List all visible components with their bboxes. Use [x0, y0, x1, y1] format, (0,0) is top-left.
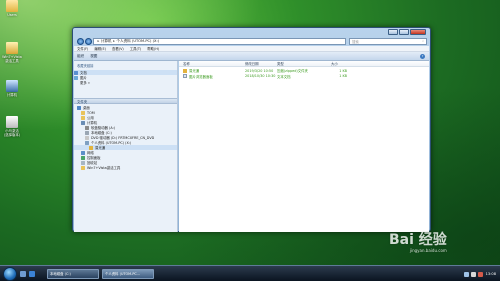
watermark-brand: Bai 经验 [389, 232, 447, 248]
menu-view[interactable]: 查看(V) [112, 46, 124, 51]
desktop-icon-label: 小马激活 (选择版本) [3, 129, 21, 137]
folder-icon [81, 165, 85, 170]
search-input[interactable]: 搜索 ⌕ [349, 37, 427, 45]
zip-folder-icon [89, 145, 93, 150]
text-file-icon [183, 74, 187, 79]
more-icon [74, 81, 78, 85]
fav-item-more[interactable]: 更多 » [74, 80, 177, 85]
desktop-icon-users[interactable]: Users [0, 0, 24, 17]
file-name-cell: 易光通 [179, 68, 245, 73]
desktop-icon-label: Users [7, 13, 17, 17]
pictures-icon [74, 75, 78, 80]
command-bar: 组织 视图 ? [74, 52, 429, 61]
file-date: 2018/10/30 10:30 [245, 74, 276, 79]
menu-help[interactable]: 帮助(H) [147, 46, 159, 51]
close-button[interactable] [410, 29, 426, 35]
security-icon[interactable] [477, 271, 483, 277]
views-button[interactable]: 视图 [90, 54, 97, 59]
start-button[interactable] [3, 266, 17, 281]
computer-icon [81, 120, 85, 125]
address-row: ▸ 计算机 ▸ 个人资料 (UTOM-PC) (X:) 搜索 ⌕ [77, 37, 427, 45]
search-placeholder: 搜索 [352, 39, 359, 44]
folders-header-label: 文件夹 [77, 99, 88, 104]
file-name: 易光通 [189, 69, 200, 74]
system-tray: 13:08 [462, 268, 500, 280]
desktop-icon [77, 105, 81, 110]
breadcrumb-current[interactable]: 个人资料 (UTOM-PC) (X:) [116, 39, 159, 44]
clock[interactable]: 13:08 [486, 272, 496, 276]
folder-icon [81, 115, 85, 120]
tree-item-label: Win7+Vista激活工具 [87, 166, 121, 170]
help-icon[interactable]: ? [420, 53, 425, 59]
taskbar-button-drive-c[interactable]: 本地磁盘 (C:) [47, 268, 99, 279]
network-icon[interactable] [463, 271, 469, 277]
network-icon [81, 150, 85, 155]
file-type: 文本文档 [277, 74, 291, 79]
fav-item-label: 更多 » [80, 81, 90, 85]
file-list: 名称 修改日期 类型 大小 易光通 2019/3/20 10:50 压缩(zip… [179, 61, 429, 232]
window-controls [387, 29, 426, 35]
minimize-button[interactable] [388, 29, 398, 35]
file-name: 图片浏览器面板 [189, 74, 213, 79]
file-name-cell: 图片浏览器面板 [179, 74, 245, 79]
computer-icon [6, 80, 18, 92]
tree-item-label: 桌面 [83, 106, 90, 110]
app-icon [6, 116, 18, 128]
column-header-name[interactable]: 名称 [179, 61, 245, 66]
ie-icon[interactable] [29, 270, 35, 277]
folder-icon [6, 42, 18, 54]
address-bar[interactable]: ▸ 计算机 ▸ 个人资料 (UTOM-PC) (X:) [93, 37, 346, 45]
recycle-bin-icon [81, 160, 85, 165]
folder-tree: 桌面 TOM 公用 计算机 软盘驱动器 (A:) 本地磁盘 (C:) DVD 驱… [74, 104, 177, 170]
tree-item-label: 易光通 [95, 146, 106, 150]
tree-item-activation-tool[interactable]: Win7+Vista激活工具 [74, 165, 177, 170]
show-desktop-icon[interactable] [20, 270, 26, 277]
maximize-button[interactable] [399, 29, 409, 35]
taskbar-button-label: 本地磁盘 (C:) [50, 272, 71, 276]
taskbar-button-explorer[interactable]: 个人资料 (UTOM-PC... [102, 268, 154, 279]
floppy-icon [85, 125, 89, 130]
forward-icon[interactable] [85, 37, 92, 45]
tree-item-label: TOM [87, 110, 95, 115]
column-header-date[interactable]: 修改日期 [245, 61, 277, 66]
breadcrumb-root[interactable]: 计算机 [101, 39, 112, 44]
network-drive-icon [85, 140, 89, 145]
organize-button[interactable]: 组织 [77, 54, 84, 59]
navigation-pane: 收藏夹链接 文档 图片 更多 » 文件夹 桌面 TOM 公用 计算机 软盘驱动器… [74, 61, 178, 232]
search-icon: ⌕ [422, 39, 424, 43]
menu-edit[interactable]: 编辑(E) [94, 46, 106, 51]
file-size: 1 KB [339, 74, 347, 79]
chevron-right-icon: ▸ [113, 39, 115, 43]
taskbar-button-label: 个人资料 (UTOM-PC... [105, 272, 140, 276]
column-header-type[interactable]: 类型 [277, 61, 323, 66]
back-icon[interactable] [77, 37, 84, 45]
baidu-watermark: Bai 经验 jingyan.baidu.com [389, 229, 447, 253]
user-folder-icon [81, 110, 85, 115]
menu-tools[interactable]: 工具(T) [130, 46, 142, 51]
desktop-icon-computer[interactable]: 计算机 [0, 80, 24, 97]
favorites-header: 收藏夹链接 [77, 64, 94, 68]
column-header-size[interactable]: 大小 [323, 61, 353, 66]
desktop-icon-label: 计算机 [6, 93, 18, 97]
file-size: 1 KB [339, 68, 347, 73]
watermark-url: jingyan.baidu.com [409, 248, 447, 253]
user-folder-icon [6, 0, 18, 12]
volume-icon[interactable] [470, 271, 476, 277]
documents-icon [74, 70, 78, 75]
column-headers: 名称 修改日期 类型 大小 [179, 61, 429, 67]
table-row[interactable]: 图片浏览器面板 2018/10/30 10:30 文本文档 1 KB [179, 74, 429, 80]
file-date: 2019/3/20 10:50 [245, 68, 274, 73]
chevron-right-icon: ▸ [97, 39, 100, 43]
menu-file[interactable]: 文件(F) [77, 46, 88, 51]
control-panel-icon [81, 155, 85, 160]
desktop-icon-activator[interactable]: 小马激活 (选择版本) [0, 116, 24, 137]
desktop-icon-label: Win7+Vista 激活工具 [2, 55, 22, 63]
desktop-icon-activation-tool[interactable]: Win7+Vista 激活工具 [0, 42, 24, 63]
taskbar: 本地磁盘 (C:) 个人资料 (UTOM-PC... 13:08 [0, 265, 500, 281]
file-type: 压缩(zipped)文件夹 [277, 69, 308, 74]
dvd-icon [85, 135, 89, 140]
zip-folder-icon [183, 68, 187, 73]
drive-icon [85, 130, 89, 135]
explorer-window: ▸ 计算机 ▸ 个人资料 (UTOM-PC) (X:) 搜索 ⌕ 文件(F) 编… [72, 27, 431, 232]
